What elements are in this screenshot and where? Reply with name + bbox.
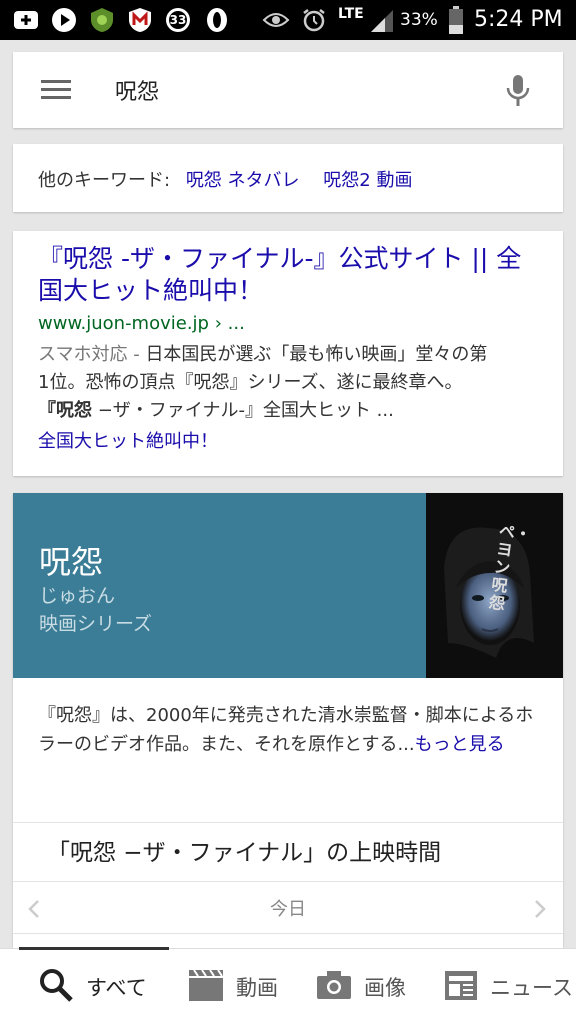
- tab-videos-label: 動画: [236, 976, 278, 1000]
- search-query[interactable]: 呪怨: [115, 74, 159, 106]
- alarm-icon: [300, 6, 328, 34]
- tab-news-label: ニュース: [490, 976, 573, 1000]
- knowledge-panel: 呪怨 じゅおん 映画シリーズ ペ・ヨン呪怨 『呪怨』は、2000年に発売された清…: [13, 493, 563, 948]
- result-url[interactable]: www.juon-movie.jp › ...: [38, 313, 245, 334]
- network-type: LTE: [338, 6, 364, 22]
- camera-icon: [316, 970, 352, 1004]
- add-notification-icon: [12, 6, 40, 34]
- result-snippet: スマホ対応 - 日本国民が選ぶ「最も怖い映画」堂々の第 1位。恐怖の頂点『呪怨』…: [38, 341, 548, 425]
- search-icon: [38, 967, 74, 1007]
- result-title[interactable]: 『呪怨 -ザ・ファイナル-』公式サイト || 全国大ヒット絶叫中！: [38, 243, 543, 307]
- separator: -: [133, 344, 140, 365]
- newspaper-icon: [444, 969, 478, 1005]
- divider: [13, 881, 563, 882]
- search-result: 『呪怨 -ザ・ファイナル-』公式サイト || 全国大ヒット絶叫中！ www.ju…: [13, 231, 563, 476]
- battery-percent: 33%: [400, 10, 438, 30]
- microphone-icon[interactable]: [505, 74, 531, 112]
- mcafee-icon: [126, 6, 154, 34]
- clock: 5:24 PM: [474, 7, 563, 32]
- knowledge-category: 映画シリーズ: [39, 613, 153, 635]
- opera-icon: [203, 6, 231, 34]
- shield-app-icon: [88, 6, 116, 34]
- menu-icon[interactable]: [41, 78, 73, 106]
- bottom-nav: すべて 動画 画像 ニュース: [0, 947, 576, 1025]
- signal-icon: [368, 6, 396, 34]
- knowledge-description-block: 『呪怨』は、2000年に発売された清水崇監督・脚本によるホラーのビデオ作品。また…: [38, 701, 543, 759]
- mobile-friendly-tag: スマホ対応: [38, 344, 128, 365]
- snippet-line: 1位。恐怖の頂点『呪怨』シリーズ、遂に最終章へ。: [38, 372, 463, 393]
- related-link[interactable]: 呪怨2 動画: [323, 170, 412, 191]
- search-bar[interactable]: 呪怨: [13, 52, 563, 128]
- tab-all-label: すべて: [86, 976, 147, 1000]
- related-keywords: 他のキーワード: 呪怨 ネタバレ 呪怨2 動画: [13, 144, 563, 212]
- notification-count-icon: 33: [164, 6, 192, 34]
- video-clapper-icon: [188, 968, 224, 1006]
- battery-icon: [442, 6, 470, 34]
- tab-all[interactable]: すべて: [38, 949, 147, 1025]
- tab-news[interactable]: ニュース: [444, 949, 573, 1025]
- showtimes-title: 「呪怨 −ザ・ファイナル」の上映時間: [47, 840, 442, 866]
- divider: [13, 933, 563, 934]
- snippet-bold: 『呪怨: [38, 400, 92, 421]
- more-link[interactable]: もっと見る: [415, 734, 505, 755]
- day-label: 今日: [270, 899, 306, 920]
- knowledge-header[interactable]: 呪怨 じゅおん 映画シリーズ: [13, 493, 426, 678]
- poster-image[interactable]: ペ・ヨン呪怨: [426, 493, 563, 678]
- snippet-line: 日本国民が選ぶ「最も怖い映画」堂々の第: [145, 344, 488, 365]
- status-bar: 33 LTE 33% 5:24 PM: [0, 0, 576, 40]
- chevron-right-icon[interactable]: [533, 899, 547, 923]
- related-link[interactable]: 呪怨 ネタバレ: [186, 170, 300, 191]
- divider: [13, 822, 563, 823]
- knowledge-reading: じゅおん: [39, 585, 116, 607]
- snippet-line: −ザ・ファイナル-』全国大ヒット ...: [92, 400, 394, 421]
- tab-images-label: 画像: [364, 976, 406, 1000]
- eye-icon: [262, 6, 290, 34]
- tab-images[interactable]: 画像: [316, 949, 406, 1025]
- sitelink[interactable]: 全国大ヒット絶叫中！: [38, 427, 218, 453]
- related-label: 他のキーワード:: [38, 170, 171, 191]
- play-icon: [50, 6, 78, 34]
- notification-count: 33: [169, 13, 187, 27]
- knowledge-title: 呪怨: [39, 543, 104, 581]
- tab-videos[interactable]: 動画: [188, 949, 278, 1025]
